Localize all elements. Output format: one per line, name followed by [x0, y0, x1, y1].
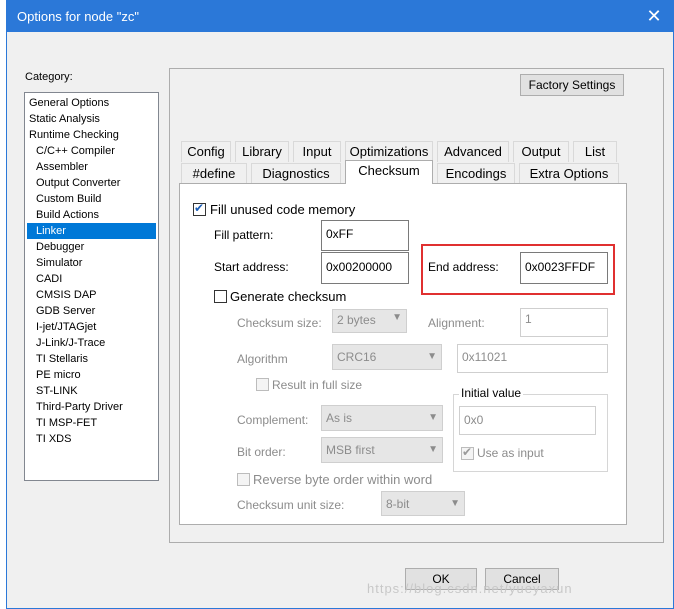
checksum-size-label: Checksum size: — [237, 316, 322, 330]
fill-unused-checkbox[interactable]: ✔ — [193, 201, 206, 216]
algorithm-value: CRC16 — [337, 350, 377, 364]
category-item[interactable]: CMSIS DAP — [27, 287, 156, 303]
tab-optimizations[interactable]: Optimizations — [345, 141, 433, 162]
unit-size-label: Checksum unit size: — [237, 498, 345, 512]
polynomial-input[interactable]: 0x11021 — [457, 344, 608, 373]
chevron-down-icon: ▼ — [450, 498, 460, 509]
category-item[interactable]: ST-LINK — [27, 383, 156, 399]
fill-pattern-label: Fill pattern: — [214, 228, 274, 242]
end-address-input[interactable]: 0x0023FFDF — [520, 252, 608, 284]
chevron-down-icon: ▼ — [428, 444, 438, 455]
alignment-label: Alignment: — [428, 316, 485, 330]
bit-order-value: MSB first — [326, 443, 375, 457]
bit-order-select[interactable]: MSB first ▼ — [321, 437, 443, 463]
category-item[interactable]: J-Link/J-Trace — [27, 335, 156, 351]
initial-value-input[interactable]: 0x0 — [459, 406, 596, 435]
category-item[interactable]: Runtime Checking — [27, 127, 156, 143]
tab-config[interactable]: Config — [181, 141, 231, 162]
category-item[interactable]: C/C++ Compiler — [27, 143, 156, 159]
category-item[interactable]: CADI — [27, 271, 156, 287]
alignment-input[interactable]: 1 — [520, 308, 608, 337]
category-item[interactable]: Static Analysis — [27, 111, 156, 127]
tab-checksum[interactable]: Checksum — [345, 160, 433, 184]
tab-input[interactable]: Input — [293, 141, 341, 162]
category-item[interactable]: Assembler — [27, 159, 156, 175]
initial-value-title: Initial value — [459, 386, 524, 400]
category-item[interactable]: Debugger — [27, 239, 156, 255]
category-item[interactable]: Linker — [27, 223, 156, 239]
titlebar: Options for node "zc" ✕ — [7, 1, 673, 32]
tab-advanced[interactable]: Advanced — [437, 141, 509, 162]
category-item[interactable]: Output Converter — [27, 175, 156, 191]
watermark: https://blog.csdn.net/yueyaxun — [367, 581, 573, 596]
category-item[interactable]: TI MSP-FET — [27, 415, 156, 431]
unit-size-value: 8-bit — [386, 497, 410, 511]
algorithm-select[interactable]: CRC16 ▼ — [332, 344, 442, 370]
bit-order-label: Bit order: — [237, 445, 286, 459]
check-icon: ✔ — [462, 445, 473, 459]
complement-value: As is — [326, 411, 353, 425]
tab-encodings[interactable]: Encodings — [437, 163, 515, 184]
checksum-size-value: 2 bytes — [337, 313, 376, 327]
category-list[interactable]: General Options Static Analysis Runtime Ch… — [24, 92, 159, 481]
complement-select[interactable]: As is ▼ — [321, 405, 443, 431]
chevron-down-icon: ▼ — [392, 312, 402, 323]
reverse-byte-order-checkbox[interactable] — [237, 473, 250, 486]
unit-size-select[interactable]: 8-bit ▼ — [381, 491, 465, 516]
end-address-label: End address: — [428, 260, 499, 274]
result-full-size-label: Result in full size — [272, 378, 363, 392]
factory-settings-button[interactable]: Factory Settings — [520, 74, 624, 96]
generate-checksum-checkbox[interactable] — [214, 290, 227, 303]
check-icon: ✔ — [194, 201, 205, 215]
algorithm-label: Algorithm — [237, 352, 288, 366]
category-item[interactable]: TI XDS — [27, 431, 156, 447]
category-item[interactable]: General Options — [27, 95, 156, 111]
category-label: Category: — [25, 71, 73, 83]
use-as-input-label: Use as input — [477, 446, 544, 460]
category-item[interactable]: Build Actions — [27, 207, 156, 223]
start-address-input[interactable]: 0x00200000 — [321, 252, 409, 284]
result-full-size-checkbox[interactable] — [256, 378, 269, 391]
tab-list[interactable]: List — [573, 141, 617, 162]
category-item[interactable]: Custom Build — [27, 191, 156, 207]
category-item[interactable]: PE micro — [27, 367, 156, 383]
fill-unused-label: Fill unused code memory — [210, 202, 356, 217]
tab-library[interactable]: Library — [235, 141, 289, 162]
reverse-byte-order-label: Reverse byte order within word — [253, 472, 433, 487]
tab-diagnostics[interactable]: Diagnostics — [251, 163, 341, 184]
options-dialog: Options for node "zc" ✕ Category: Genera… — [6, 0, 674, 609]
fill-pattern-input[interactable]: 0xFF — [321, 220, 409, 251]
use-as-input-checkbox[interactable]: ✔ — [461, 445, 474, 460]
tab-define[interactable]: #define — [181, 163, 247, 184]
generate-checksum-label: Generate checksum — [230, 289, 347, 304]
complement-label: Complement: — [237, 413, 309, 427]
category-item[interactable]: I-jet/JTAGjet — [27, 319, 156, 335]
category-item[interactable]: Simulator — [27, 255, 156, 271]
close-icon[interactable]: ✕ — [643, 5, 665, 27]
tab-output[interactable]: Output — [513, 141, 569, 162]
category-item[interactable]: TI Stellaris — [27, 351, 156, 367]
chevron-down-icon: ▼ — [427, 351, 437, 362]
tab-extra-options[interactable]: Extra Options — [519, 163, 619, 184]
checksum-size-select[interactable]: 2 bytes ▼ — [332, 309, 407, 333]
window-title: Options for node "zc" — [17, 9, 139, 24]
category-item[interactable]: Third-Party Driver — [27, 399, 156, 415]
category-item[interactable]: GDB Server — [27, 303, 156, 319]
start-address-label: Start address: — [214, 260, 289, 274]
chevron-down-icon: ▼ — [428, 412, 438, 423]
